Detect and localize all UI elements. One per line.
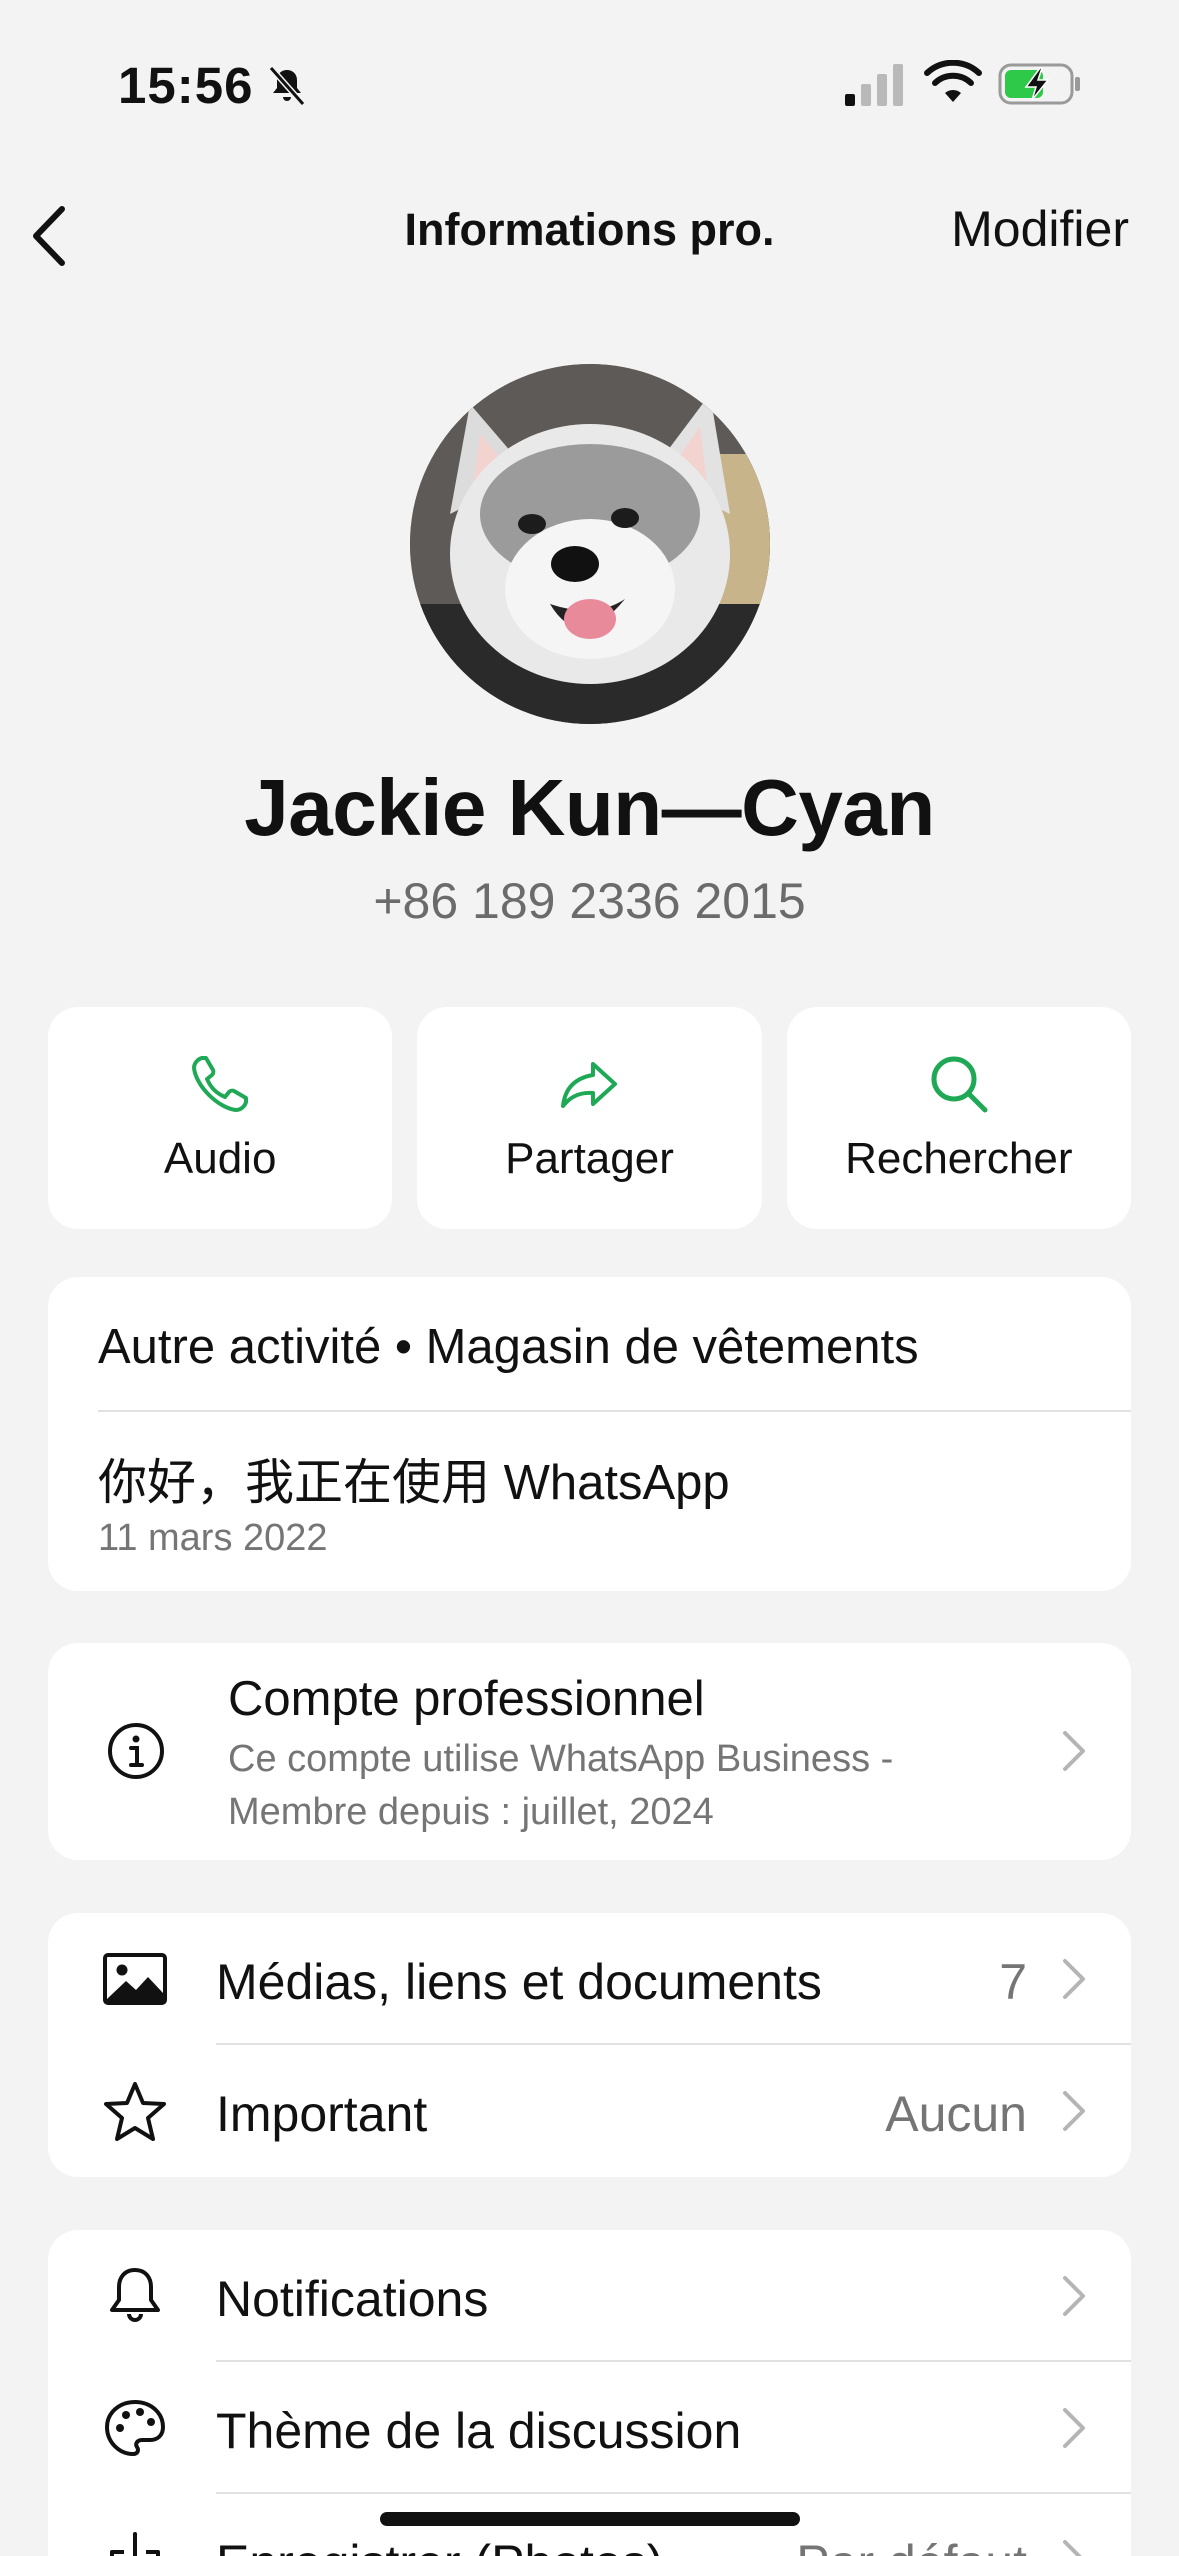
- audio-call-button[interactable]: Audio: [48, 1007, 393, 1229]
- notifications-label: Notifications: [216, 2271, 489, 2327]
- navigation-bar: Informations pro. Modifier: [0, 160, 1179, 290]
- share-label: Partager: [505, 1134, 674, 1183]
- status-bar: 15:56: [0, 0, 1179, 160]
- chevron-right-icon: [1063, 2540, 1082, 2556]
- about-date: 11 mars 2022: [98, 1517, 328, 1559]
- divider: [98, 1410, 1131, 1412]
- image-icon: [103, 1953, 167, 2005]
- phone-icon: [192, 1056, 249, 1112]
- bell-icon: [110, 2268, 160, 2322]
- media-card: Médias, liens et documents 7 Important A…: [48, 1913, 1131, 2177]
- info-icon: [108, 1723, 164, 1779]
- avatar-photo: [410, 364, 770, 724]
- media-links-docs-row[interactable]: Médias, liens et documents 7: [48, 1913, 1131, 2045]
- media-count: 7: [999, 1954, 1027, 2010]
- chevron-right-icon: [1063, 1731, 1085, 1771]
- about-status: 你好，我正在使用 WhatsApp: [98, 1456, 730, 1510]
- about-card: Autre activité • Magasin de vêtements 你好…: [48, 1277, 1131, 1591]
- contact-phone: +86 189 2336 2015: [373, 873, 806, 929]
- signal-icon: [845, 64, 903, 106]
- settings-card: Notifications Thème de la discussion: [48, 2230, 1131, 2556]
- share-arrow-icon: [561, 1062, 618, 1108]
- business-category: Autre activité • Magasin de vêtements: [98, 1320, 919, 1374]
- home-indicator[interactable]: [380, 2512, 800, 2526]
- starred-row[interactable]: Important Aucun: [48, 2045, 1131, 2177]
- media-label: Médias, liens et documents: [216, 1954, 822, 2010]
- share-button[interactable]: Partager: [417, 1007, 762, 1229]
- contact-info-screen: 15:56 Informations pro. Modifier Jackie …: [0, 0, 1179, 2556]
- star-icon: [104, 2082, 166, 2141]
- business-member-since: Membre depuis : juillet, 2024: [228, 1791, 714, 1833]
- save-to-photos-label: Enregistrer (Photos): [216, 2534, 663, 2556]
- edit-button[interactable]: Modifier: [951, 200, 1129, 258]
- contact-name: Jackie Kun—Cyan: [244, 763, 935, 852]
- search-button[interactable]: Rechercher: [786, 1007, 1131, 1229]
- status-time: 15:56: [118, 57, 254, 114]
- notifications-row[interactable]: Notifications: [48, 2230, 1131, 2362]
- avatar[interactable]: [410, 364, 770, 724]
- audio-label: Audio: [163, 1134, 277, 1183]
- palette-icon: [105, 2400, 165, 2456]
- business-account-desc: Ce compte utilise WhatsApp Business -: [228, 1738, 894, 1780]
- save-to-photos-value: Par défaut: [796, 2534, 1027, 2556]
- wifi-icon: [924, 60, 982, 102]
- chat-theme-label: Thème de la discussion: [216, 2403, 742, 2459]
- search-label: Rechercher: [845, 1134, 1073, 1183]
- business-account-title: Compte professionnel: [228, 1672, 705, 1726]
- chevron-right-icon: [1063, 2091, 1085, 2131]
- bell-off-icon: [268, 66, 306, 106]
- download-icon: [110, 2532, 160, 2556]
- chat-theme-row[interactable]: Thème de la discussion: [48, 2362, 1131, 2494]
- search-icon: [931, 1056, 988, 1113]
- business-account-row[interactable]: Compte professionnel Ce compte utilise W…: [48, 1643, 1131, 1860]
- chevron-right-icon: [1063, 2408, 1085, 2448]
- chevron-right-icon: [1063, 1959, 1085, 1999]
- starred-value: Aucun: [885, 2086, 1027, 2142]
- starred-label: Important: [216, 2086, 428, 2142]
- chevron-right-icon: [1063, 2276, 1085, 2316]
- action-buttons: Audio Partager Rechercher: [48, 1007, 1131, 1229]
- battery-charging-icon: [998, 63, 1080, 105]
